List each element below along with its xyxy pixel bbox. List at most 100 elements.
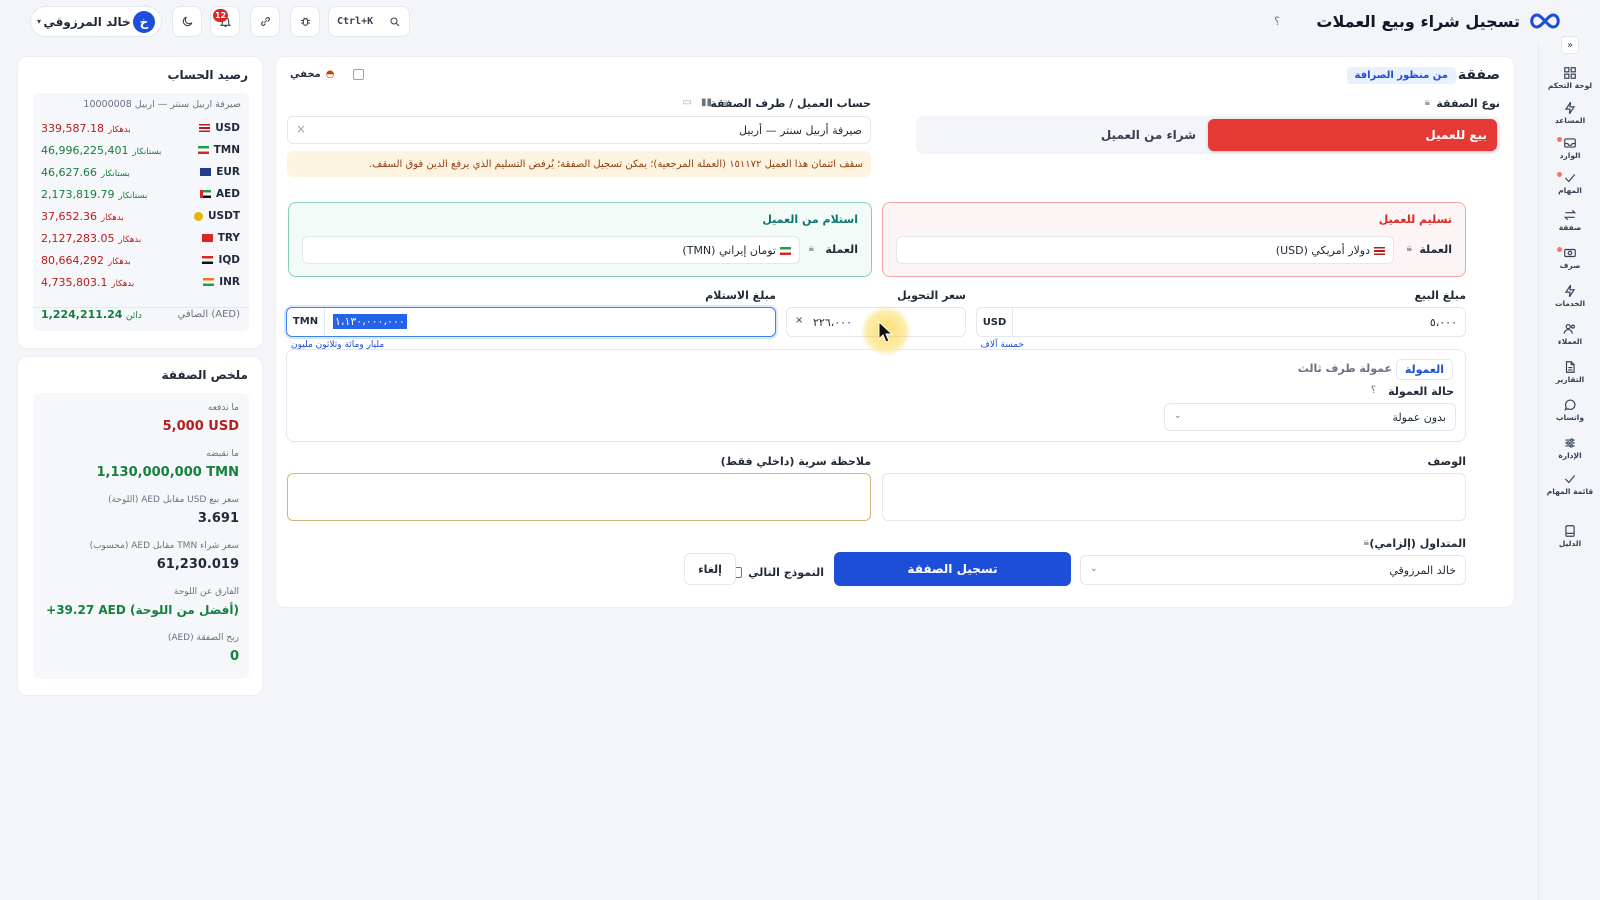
multiply-icon: × <box>795 315 804 326</box>
ir-flag-icon <box>197 146 209 154</box>
profit-label: ربح الصفقة (AED) <box>167 633 239 643</box>
receive-amount-field[interactable]: TMN ١،١٣٠،٠٠٠،٠٠٠ <box>286 307 776 337</box>
balance-amount: 2,173,819.79 <box>41 187 115 201</box>
sidebar-item-exchange[interactable]: صرف <box>1539 246 1600 270</box>
next-form-toggle[interactable]: النموذج التالي <box>731 566 824 579</box>
account-value: صيرفة أربيل سنتر — أربيل <box>739 124 862 137</box>
sidebar-item-deal[interactable]: صفقة <box>1539 208 1600 232</box>
sell-to-customer-button[interactable]: بيع للعميل <box>1208 119 1497 151</box>
users-icon <box>1563 324 1575 334</box>
receive-currency-label: العملة <box>825 243 858 256</box>
sidebar-item-dashboard[interactable]: لوحة التحكم <box>1539 66 1600 90</box>
hidden-checkbox[interactable] <box>353 69 365 80</box>
inbox-icon <box>1564 138 1576 148</box>
search-icon <box>390 17 400 26</box>
us-flag-icon <box>199 124 211 132</box>
bolt-icon <box>1564 101 1576 115</box>
debug-button[interactable] <box>290 6 320 37</box>
buy-from-customer-button[interactable]: شراء من العميل <box>919 119 1208 151</box>
balance-amount: 339,587.18 <box>41 121 104 135</box>
balance-amount: 37,652.36 <box>41 209 97 223</box>
sidebar-item-customers[interactable]: العملاء <box>1539 322 1600 346</box>
dark-mode-button[interactable] <box>172 6 202 37</box>
description-textarea[interactable] <box>882 473 1466 521</box>
balance-side: بستانكار <box>118 190 148 201</box>
sidebar-item-tasks[interactable]: المهام <box>1539 171 1600 195</box>
bug-icon <box>300 17 310 26</box>
hidden-label: مخفي <box>290 69 321 80</box>
receive-label: ما نقبضه <box>206 449 239 459</box>
tab-third-party-commission[interactable]: عمولة طرف ثالث <box>1298 362 1392 375</box>
account-select[interactable]: صيرفة أربيل سنتر — أربيل × <box>287 116 871 144</box>
deal-title: صفقة <box>1457 67 1500 83</box>
commission-status-label: حالة العمولة <box>1388 385 1454 398</box>
trader-select[interactable]: خالد المرزوقي ⌄ <box>1080 555 1466 585</box>
user-menu[interactable]: ▾ خالد المرزوقي خ <box>30 6 162 37</box>
hidden-toggle[interactable]: مخفي ◓ <box>290 69 365 80</box>
link-button[interactable] <box>250 6 280 37</box>
sidebar-item-services[interactable]: الخدمات <box>1539 284 1600 308</box>
global-search-button[interactable]: Ctrl+K <box>328 6 410 37</box>
check-icon <box>1564 174 1576 183</box>
receive-currency-select[interactable]: تومان إيراني (TMN) <box>302 236 800 264</box>
rate-value: ٢٢٦،٠٠٠ <box>813 316 852 329</box>
notifications-button[interactable]: 12 <box>210 6 240 37</box>
sidebar-item-whatsapp[interactable]: واتساب <box>1539 398 1600 422</box>
balance-side: بدهكار <box>111 278 135 289</box>
document-icon[interactable]: ▭ <box>683 97 692 108</box>
diff-label: الفارق عن اللوحة <box>173 587 239 597</box>
sidebar-item-task-list[interactable]: قائمة المهام <box>1539 472 1600 496</box>
deliver-currency-label: العملة <box>1419 243 1452 256</box>
link-icon <box>260 17 270 26</box>
check-icon <box>1564 475 1576 484</box>
tab-commission[interactable]: العمولة <box>1395 359 1453 380</box>
secret-note-textarea[interactable] <box>287 473 871 521</box>
credit-limit-warning: سقف ائتمان هذا العميل ١٥١١٧٢ (العملة الم… <box>287 151 871 177</box>
collapse-sidebar-button[interactable]: » <box>1561 36 1579 54</box>
balance-amount: 46,996,225,401 <box>41 143 129 157</box>
sell-amount-currency: USD <box>977 308 1013 336</box>
currency-code: USD <box>215 122 240 134</box>
balance-side: بستانكار <box>100 168 130 179</box>
usdt-flag-icon <box>194 211 204 221</box>
sell-amount-field[interactable]: ٥،٠٠٠ USD <box>976 307 1466 337</box>
submit-deal-button[interactable]: تسجيل الصفقة <box>834 552 1071 586</box>
sell-rate-value: 3.691 <box>197 511 239 526</box>
deliver-title: تسليم للعميل <box>1378 213 1452 226</box>
mouse-cursor-icon <box>878 321 894 343</box>
secret-note-label: ملاحظة سرية (داخلي فقط) <box>720 455 871 468</box>
page-title: تسجيل شراء وبيع العملات <box>1316 12 1520 31</box>
clear-account-icon[interactable]: × <box>296 122 306 136</box>
balance-panel: صيرفة اربيل سنتر — اربيل 10000008 339,58… <box>33 93 249 331</box>
cancel-button[interactable]: إلغاء <box>684 553 736 585</box>
lock-icon: 🔒︎ <box>1424 97 1430 108</box>
sell-amount-value: ٥،٠٠٠ <box>1429 316 1457 329</box>
help-icon[interactable]: ؟ <box>1371 385 1376 396</box>
lock-icon: 🔒︎ <box>722 97 728 108</box>
receive-amount-label: مبلغ الاستلام <box>705 289 776 302</box>
swap-icon <box>1563 209 1577 221</box>
balance-row: 80,664,292 بدهكار IQD <box>33 249 248 271</box>
net-amount: 1,224,211.24 <box>41 307 123 321</box>
sidebar-item-guide[interactable]: الدليل <box>1539 524 1600 548</box>
sidebar-item-inbox[interactable]: الوارد <box>1539 136 1600 160</box>
deal-type-label: نوع الصفقة <box>1436 97 1500 110</box>
receive-value: 1,130,000,000 TMN <box>96 465 239 480</box>
summary-title: ملخص الصفقة <box>161 368 248 382</box>
sidebar-item-assistant[interactable]: المساعد <box>1539 101 1600 125</box>
top-bar: تسجيل شراء وبيع العملات ؟ ▾ خالد المرزوق… <box>0 0 1600 44</box>
rate-label: سعر التحويل <box>897 289 966 302</box>
sidebar-item-admin[interactable]: الإدارة <box>1539 436 1600 460</box>
diff-value: +39.27 AED (أفضل من اللوحة) <box>46 603 239 617</box>
account-balance-card: رصيد الحساب صيرفة اربيل سنتر — اربيل 100… <box>17 56 263 349</box>
sidebar-item-reports[interactable]: التقارير <box>1539 360 1600 384</box>
user-name: خالد المرزوقي <box>43 14 131 29</box>
chart-icon[interactable]: ▮▮ <box>701 97 712 108</box>
pay-value: 5,000 USD <box>162 419 239 434</box>
account-label: حساب العميل / طرف الصفقة <box>710 97 871 110</box>
trader-label: المتداول (إلزامي) <box>1369 537 1466 550</box>
deliver-currency-select[interactable]: دولار أمريكي (USD) <box>896 236 1394 264</box>
in-flag-icon <box>203 278 215 286</box>
title-help-icon[interactable]: ؟ <box>1274 15 1280 28</box>
commission-status-select[interactable]: بدون عمولة ⌄ <box>1164 403 1456 431</box>
